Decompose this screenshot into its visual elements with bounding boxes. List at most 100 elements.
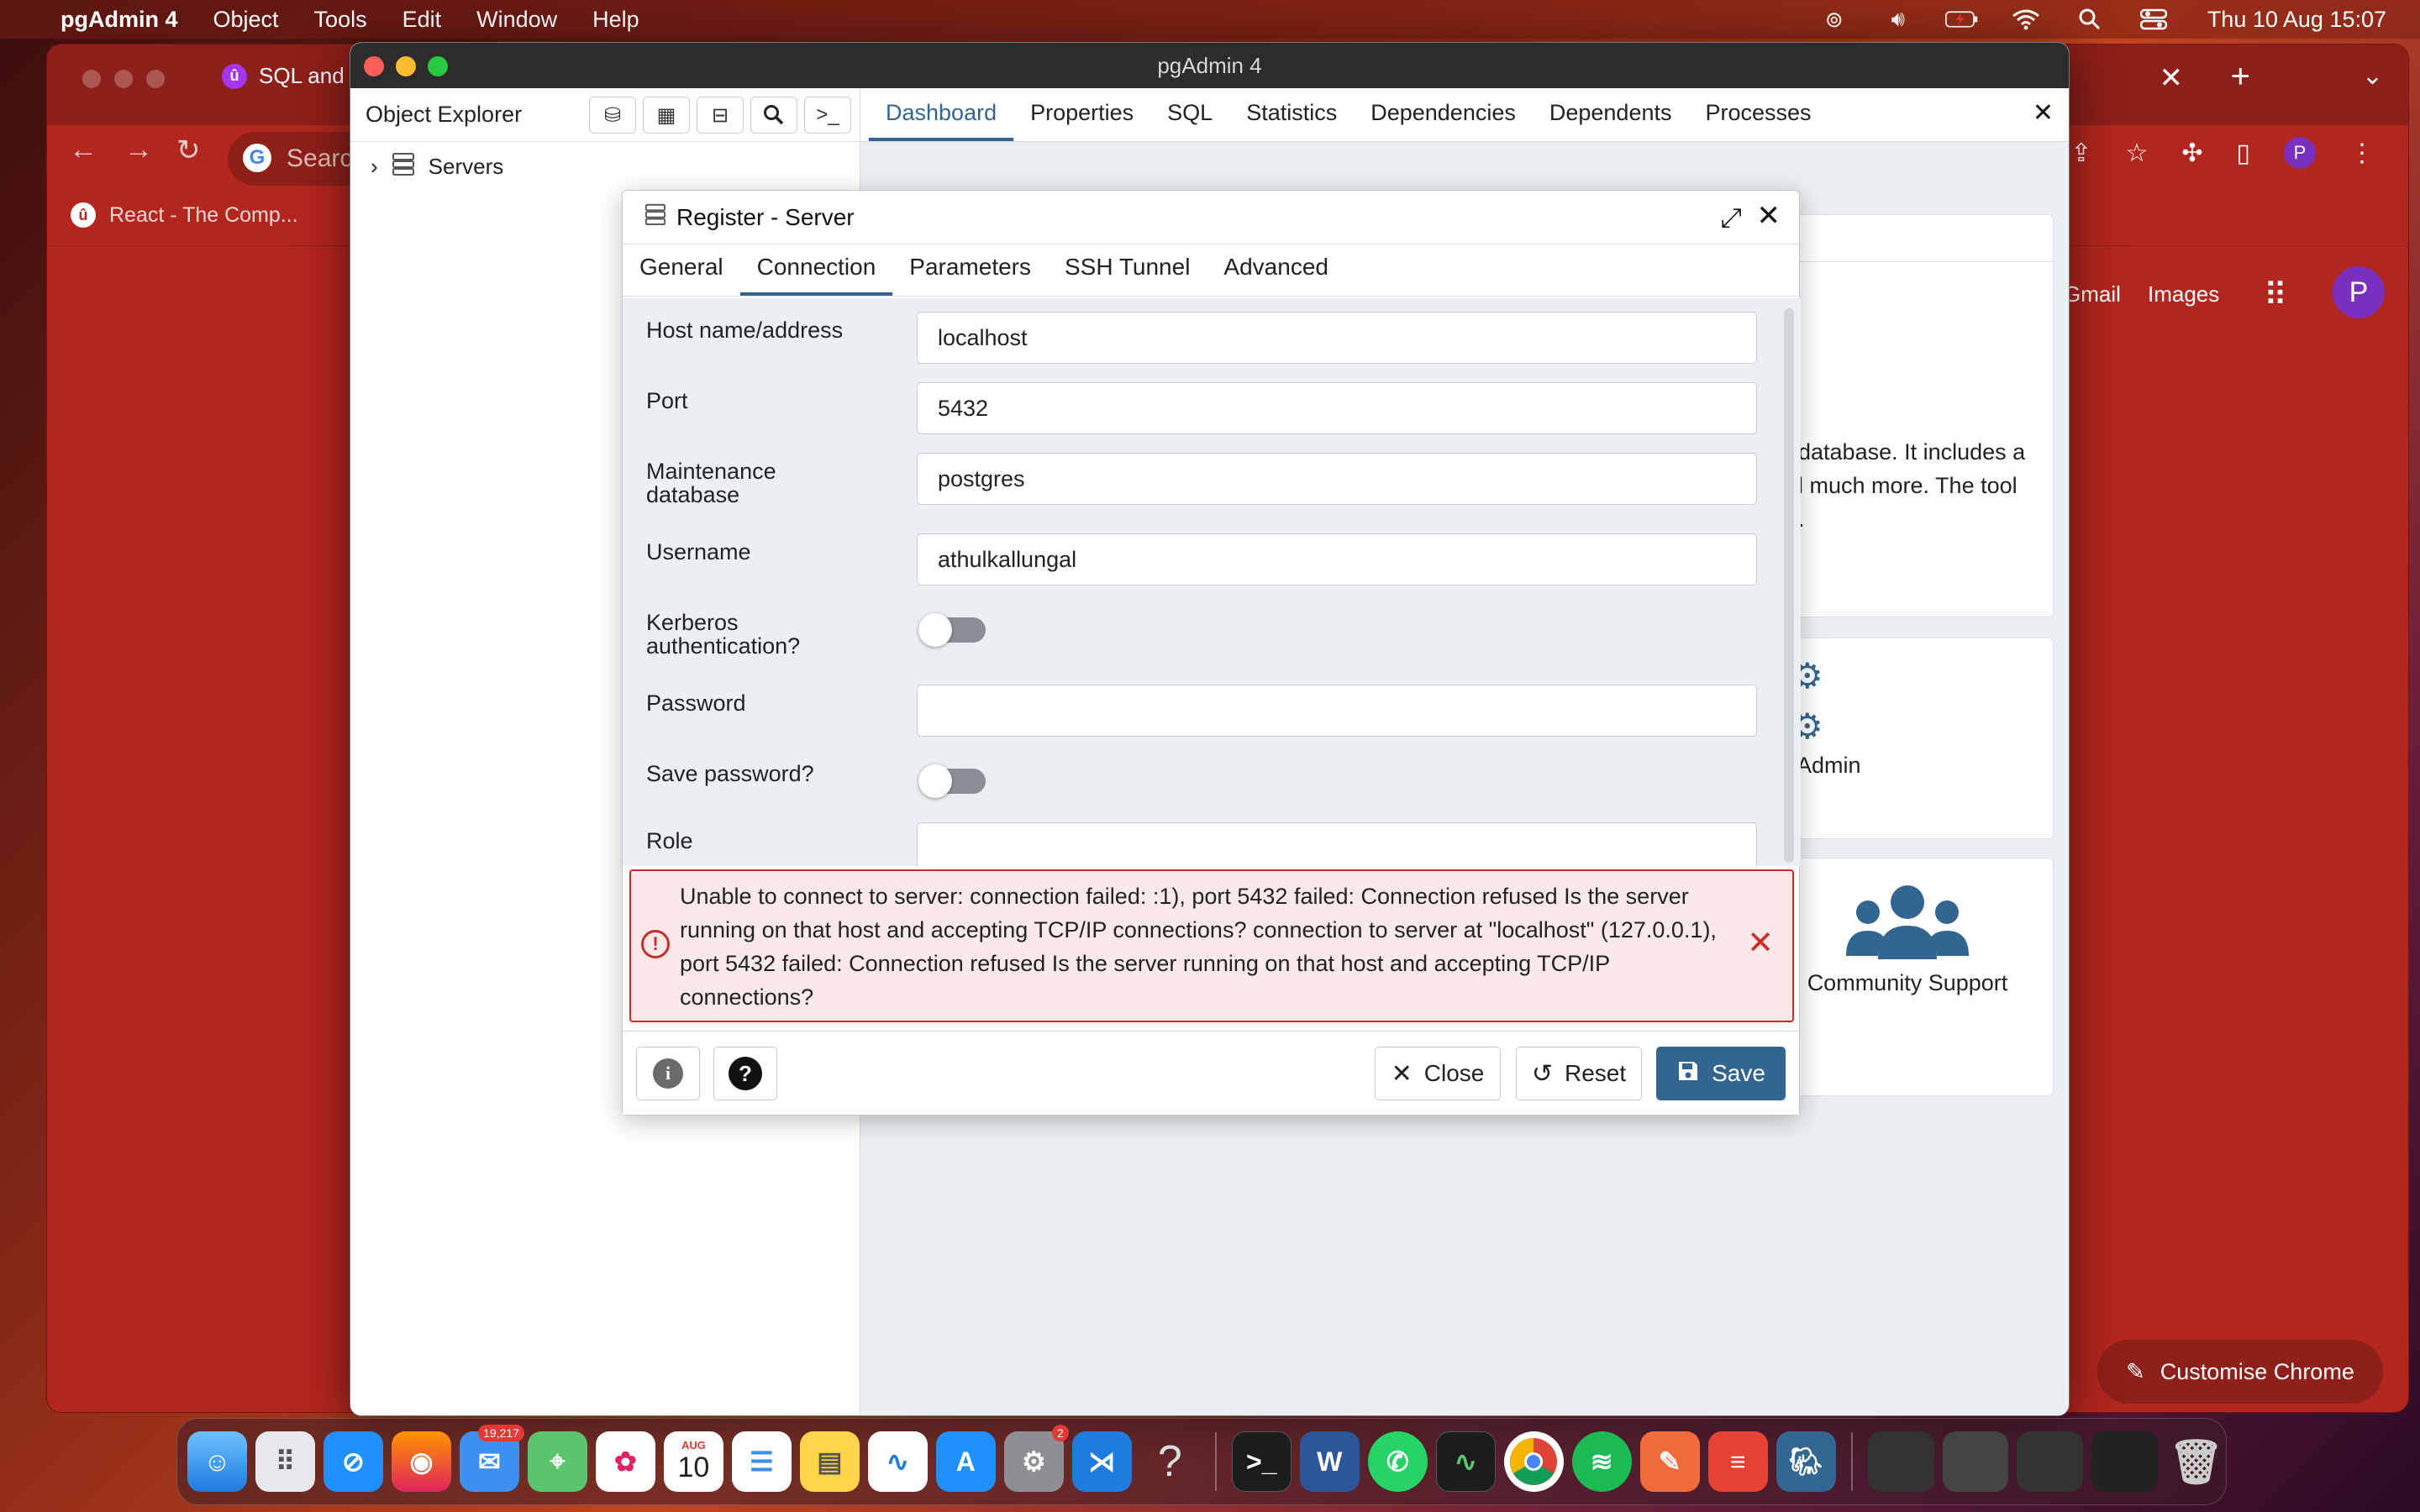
tab-processes[interactable]: Processes xyxy=(1688,100,1828,141)
host-input[interactable]: localhost xyxy=(917,312,1757,364)
username-input[interactable]: athulkallungal xyxy=(917,533,1757,585)
tab-dashboard[interactable]: Dashboard xyxy=(869,100,1014,141)
extensions-icon[interactable]: ✣ xyxy=(2181,139,2202,168)
reminders-icon[interactable]: ☰ xyxy=(731,1431,792,1492)
port-input[interactable]: 5432 xyxy=(917,382,1757,434)
maps-icon[interactable]: ⌖ xyxy=(527,1431,587,1492)
close-light[interactable] xyxy=(364,56,384,76)
filter-table-icon[interactable]: ⊟ xyxy=(697,97,744,134)
tab-statistics[interactable]: Statistics xyxy=(1229,100,1354,141)
new-tab-icon[interactable]: + xyxy=(2231,58,2250,96)
chrome-minimize-light[interactable] xyxy=(114,70,133,88)
reload-icon[interactable]: ↻ xyxy=(176,134,201,167)
tab-advanced[interactable]: Advanced xyxy=(1207,254,1345,296)
trash-icon[interactable]: 🗑︎ xyxy=(2166,1431,2226,1492)
chrome-zoom-light[interactable] xyxy=(146,70,165,88)
password-input[interactable] xyxy=(917,685,1757,737)
firefox-icon[interactable]: ◉ xyxy=(391,1431,451,1492)
help-question-icon[interactable]: ? xyxy=(1140,1431,1200,1492)
notes-icon[interactable]: ▤ xyxy=(799,1431,860,1492)
minimized-window-2[interactable] xyxy=(1942,1431,2009,1492)
chrome-icon[interactable] xyxy=(1503,1431,1564,1492)
search-icon[interactable] xyxy=(750,97,797,134)
tab-properties[interactable]: Properties xyxy=(1013,100,1150,141)
community-support-link[interactable]: Community Support xyxy=(1798,879,2017,996)
battery-icon[interactable] xyxy=(1944,8,1979,30)
control-center-icon[interactable] xyxy=(2137,8,2170,30)
menu-edit[interactable]: Edit xyxy=(402,7,442,33)
tab-dependents[interactable]: Dependents xyxy=(1533,100,1689,141)
form-scrollbar[interactable] xyxy=(1784,308,1794,863)
chrome-menu-icon[interactable]: ⋮ xyxy=(2349,139,2375,168)
kerberos-toggle[interactable] xyxy=(918,613,986,647)
system-settings-icon[interactable]: ⚙ 2 xyxy=(1003,1425,1069,1492)
minimize-light[interactable] xyxy=(396,56,416,76)
tree-item-servers[interactable]: › Servers xyxy=(371,152,503,181)
whatsapp-icon[interactable]: ✆ xyxy=(1367,1431,1428,1492)
vscode-icon[interactable]: ⋊ xyxy=(1071,1431,1132,1492)
spotlight-search-icon[interactable] xyxy=(2073,8,2107,30)
zoom-light[interactable] xyxy=(428,56,448,76)
tab-general[interactable]: General xyxy=(623,254,740,296)
gmail-link[interactable]: Gmail xyxy=(2064,281,2121,307)
menu-help[interactable]: Help xyxy=(592,7,639,33)
customise-chrome-button[interactable]: ✎ Customise Chrome xyxy=(2097,1340,2383,1404)
profile-avatar[interactable]: P xyxy=(2333,266,2385,318)
back-icon[interactable]: ← xyxy=(69,134,97,166)
activity-monitor-icon[interactable]: ∿ xyxy=(1435,1431,1496,1492)
minimized-window-4[interactable] xyxy=(2091,1431,2159,1492)
forward-icon[interactable]: → xyxy=(124,134,153,166)
wifi-icon[interactable] xyxy=(2009,8,2043,30)
app-store-icon[interactable]: A xyxy=(935,1431,996,1492)
tab-parameters[interactable]: Parameters xyxy=(892,254,1048,296)
tab-connection[interactable]: Connection xyxy=(739,254,893,296)
menu-tools[interactable]: Tools xyxy=(314,7,367,33)
tab-sql[interactable]: SQL xyxy=(1150,100,1229,141)
psql-terminal-icon[interactable]: >_ xyxy=(804,97,851,134)
dismiss-error-icon[interactable]: ✕ xyxy=(1747,927,1774,960)
tab-ssh-tunnel[interactable]: SSH Tunnel xyxy=(1048,254,1207,296)
photos-icon[interactable]: ✿ xyxy=(595,1431,655,1492)
save-button[interactable]: Save xyxy=(1656,1047,1786,1100)
profile-avatar-small[interactable]: P xyxy=(2284,137,2316,169)
minimized-window-1[interactable] xyxy=(1867,1431,1934,1492)
spotify-icon[interactable]: ≋ xyxy=(1571,1431,1632,1492)
share-icon[interactable]: ⇪ xyxy=(2070,139,2091,168)
launchpad-icon[interactable]: ⠿ xyxy=(255,1431,315,1492)
finder-icon[interactable]: ☺ xyxy=(187,1431,247,1492)
terminal-icon[interactable]: >_ xyxy=(1231,1431,1292,1492)
tab-close-icon[interactable]: ✕ xyxy=(2160,61,2184,95)
maintenance-db-input[interactable]: postgres xyxy=(917,453,1757,505)
close-icon[interactable]: ✕ xyxy=(1757,199,1781,233)
activity-icon[interactable]: ⊚ xyxy=(1818,7,1851,32)
close-button[interactable]: ✕ Close xyxy=(1375,1047,1501,1100)
menu-app-name[interactable]: pgAdmin 4 xyxy=(60,7,178,33)
safari-icon[interactable]: ⊘ xyxy=(323,1431,383,1492)
tab-dependencies[interactable]: Dependencies xyxy=(1354,100,1533,141)
table-view-icon[interactable]: ▦ xyxy=(643,97,690,134)
database-tool-icon[interactable]: ⛁ xyxy=(589,97,636,134)
volume-icon[interactable]: 🔊︎ xyxy=(1881,6,1915,31)
chrome-tab[interactable]: û SQL and xyxy=(222,63,345,89)
todoist-icon[interactable]: ≡ xyxy=(1707,1431,1768,1492)
chrome-close-light[interactable] xyxy=(82,70,101,88)
freeform-icon[interactable]: ∿ xyxy=(867,1431,928,1492)
menu-clock[interactable]: Thu 10 Aug 15:07 xyxy=(2207,7,2386,33)
pgadmin-elephant-icon[interactable]: 🐘︎ xyxy=(1776,1431,1836,1492)
mail-icon[interactable]: ✉ 19,217 xyxy=(459,1425,524,1492)
google-apps-icon[interactable]: ⠿ xyxy=(2264,276,2287,314)
info-button[interactable]: i xyxy=(636,1047,700,1100)
minimized-window-3[interactable] xyxy=(2017,1431,2084,1492)
tab-search-icon[interactable]: ⌄ xyxy=(2362,61,2383,91)
word-icon[interactable]: W xyxy=(1299,1431,1360,1492)
bookmark-star-icon[interactable]: ☆ xyxy=(2125,139,2148,168)
bookmark-item[interactable]: û React - The Comp... xyxy=(71,202,298,228)
menu-object[interactable]: Object xyxy=(213,7,279,33)
chevron-right-icon[interactable]: › xyxy=(371,154,378,180)
help-button[interactable]: ? xyxy=(713,1047,777,1100)
side-panel-icon[interactable]: ▯ xyxy=(2236,139,2250,168)
close-panel-icon[interactable]: ✕ xyxy=(2033,98,2054,128)
pencil-app-icon[interactable]: ✎ xyxy=(1639,1431,1700,1492)
images-link[interactable]: Images xyxy=(2148,281,2219,307)
calendar-icon[interactable]: AUG 10 xyxy=(663,1431,723,1492)
